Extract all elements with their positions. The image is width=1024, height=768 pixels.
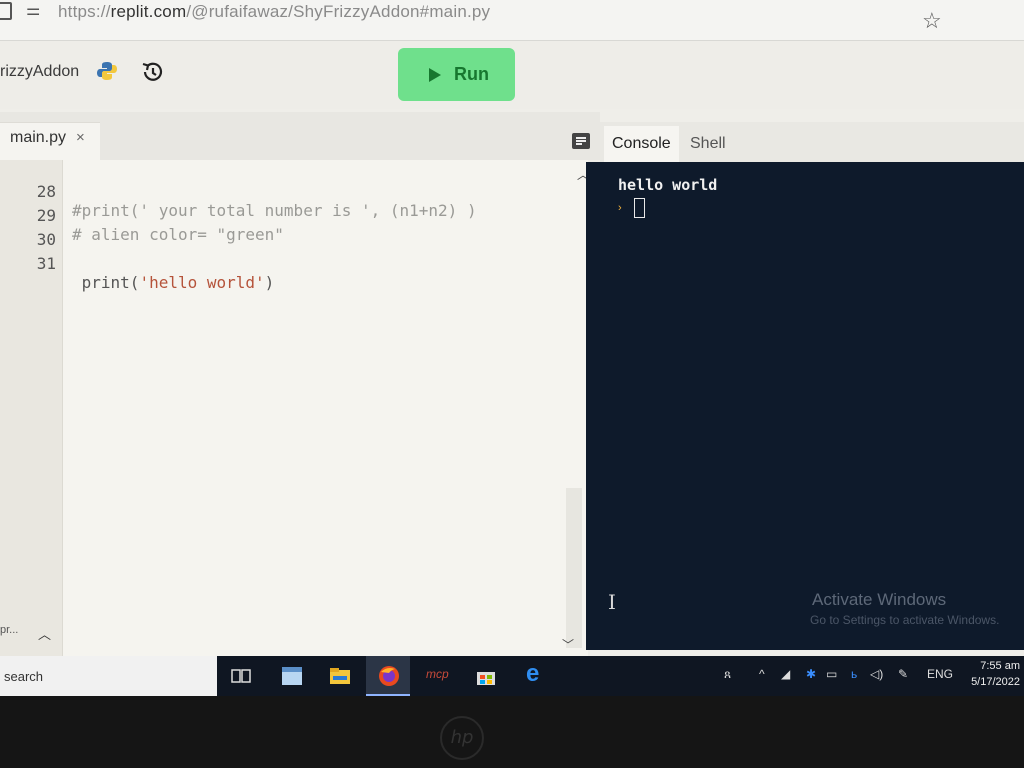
text-cursor-icon: I (608, 590, 616, 614)
code-line-31[interactable]: 31 print('hello world') (0, 235, 580, 292)
console-output[interactable]: hello world › I Activate Windows Go to S… (586, 162, 1024, 650)
bluetooth-icon[interactable]: ✱ (806, 667, 816, 681)
activation-watermark-subtitle: Go to Settings to activate Windows. (810, 613, 1000, 627)
activation-watermark-title: Activate Windows (812, 590, 947, 609)
console-prompt-icon: › (618, 202, 622, 214)
pen-icon[interactable]: ✎ (898, 667, 908, 681)
mcafee-icon[interactable]: mcp (426, 667, 449, 681)
history-icon[interactable] (140, 59, 166, 85)
play-icon (429, 68, 441, 82)
search-placeholder: search (4, 669, 44, 684)
firefox-icon[interactable] (377, 664, 401, 688)
taskbar-clock[interactable]: 7:55 am 5/17/2022 (956, 658, 1020, 690)
task-view-icon[interactable] (230, 666, 252, 686)
file-explorer-icon[interactable] (329, 666, 351, 686)
tab-console[interactable]: Console (604, 126, 679, 162)
repl-title[interactable]: rizzyAddon (0, 63, 79, 81)
laptop-bezel (0, 696, 1024, 768)
page-icon (0, 2, 12, 20)
console-tab-bar: Console Shell (600, 122, 1024, 162)
close-tab-icon[interactable]: × (76, 129, 85, 146)
battery-icon[interactable]: ▭ (826, 667, 837, 681)
chevron-up-icon[interactable]: ︿ (38, 624, 51, 643)
edge-icon[interactable]: e (526, 660, 539, 688)
people-icon[interactable]: ጸ (724, 667, 731, 682)
store-icon[interactable] (475, 666, 497, 686)
language-indicator[interactable]: ENG (927, 667, 953, 681)
tab-shell[interactable]: Shell (682, 126, 734, 162)
repl-header: rizzyAddon Run (0, 41, 1024, 109)
console-cursor[interactable] (634, 198, 645, 218)
run-label: Run (454, 64, 489, 84)
windows-taskbar: search mcp e ጸ ^ ◢ ✱ ▭ ь ◁) ✎ ENG 7:55 a… (0, 656, 1024, 696)
code-line-28[interactable]: 28 #print(' your total number is ', (n1+… (0, 163, 580, 220)
run-button[interactable]: Run (398, 48, 515, 101)
browser-url-bar[interactable]: ⚌ https://replit.com/@rufaifawaz/ShyFriz… (0, 0, 1024, 41)
chevron-up-icon[interactable]: ^ (759, 667, 765, 681)
code-line-29[interactable]: 29 # alien color= "green" (0, 187, 580, 244)
bookmark-star-icon[interactable]: ☆ (922, 8, 942, 34)
console-output-text: hello world (618, 176, 718, 194)
site-settings-icon[interactable]: ⚌ (26, 0, 40, 20)
url-text[interactable]: https://replit.com/@rufaifawaz/ShyFrizzy… (58, 2, 490, 22)
taskbar-search[interactable]: search (0, 656, 217, 696)
clock-time: 7:55 am (980, 660, 1020, 672)
minimap-label: pr... (0, 624, 19, 636)
volume-icon[interactable]: ◁) (870, 667, 883, 681)
clock-date: 5/17/2022 (971, 676, 1020, 688)
scroll-down-icon[interactable]: ﹀ (562, 636, 574, 653)
editor-scrollbar[interactable] (566, 488, 582, 648)
code-text: print('hello world') (72, 273, 275, 292)
line-number: 31 (36, 254, 56, 273)
python-icon (97, 62, 117, 80)
dropbox-icon[interactable]: ь (851, 667, 857, 681)
wifi-icon[interactable]: ◢ (781, 667, 790, 681)
tab-label: main.py (10, 129, 67, 146)
tab-main-py[interactable]: main.py × (0, 122, 100, 161)
screen: ⚌ https://replit.com/@rufaifawaz/ShyFriz… (0, 0, 1024, 696)
paint-icon[interactable] (281, 666, 303, 686)
code-line-30[interactable]: 30 (0, 211, 580, 249)
hp-logo-icon: hp (440, 716, 484, 760)
panel-toggle-icon[interactable] (572, 133, 590, 149)
editor-tab-bar: main.py × (0, 112, 600, 161)
